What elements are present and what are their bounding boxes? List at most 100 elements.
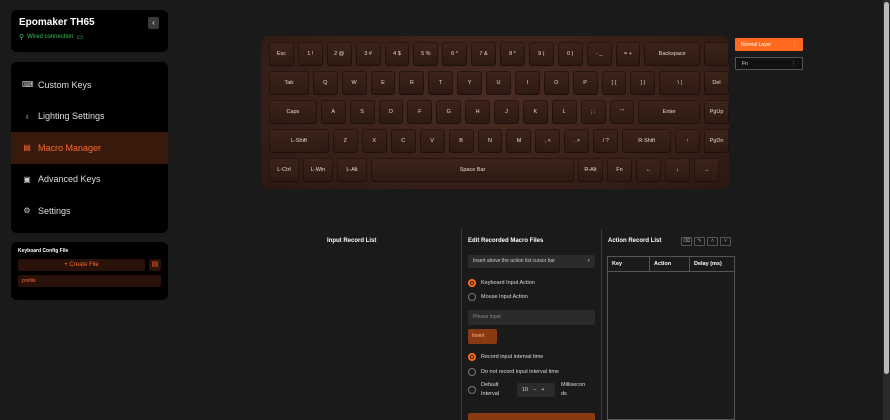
key[interactable]: O bbox=[543, 71, 569, 95]
create-file-button[interactable]: + Create File bbox=[18, 259, 145, 271]
collapse-sidebar-button[interactable]: ‹ bbox=[148, 17, 159, 29]
mouse-action-radio[interactable]: Mouse Input Action bbox=[468, 293, 528, 301]
radio-label: Do not record input interval time bbox=[481, 369, 559, 375]
key[interactable]: A bbox=[320, 100, 346, 124]
sidebar-item-settings[interactable]: ⚙ Settings bbox=[11, 195, 168, 227]
sidebar-item-lighting-settings[interactable]: ♁ Lighting Settings bbox=[11, 101, 168, 133]
key[interactable]: D bbox=[378, 100, 404, 124]
minus-icon[interactable]: − bbox=[533, 387, 536, 393]
key[interactable]: 1 ! bbox=[297, 42, 323, 66]
key[interactable]: N bbox=[477, 129, 503, 153]
key[interactable]: Fn bbox=[607, 158, 632, 182]
key[interactable]: Caps bbox=[269, 100, 317, 124]
key[interactable]: = + bbox=[615, 42, 641, 66]
key[interactable]: X bbox=[361, 129, 387, 153]
key[interactable]: G bbox=[436, 100, 462, 124]
key[interactable]: 3 # bbox=[355, 42, 381, 66]
key[interactable]: R-Alt bbox=[578, 158, 603, 182]
move-up-icon[interactable]: ˄ bbox=[707, 237, 718, 246]
more-icon[interactable]: ⋮ bbox=[791, 61, 796, 67]
edit-icon[interactable]: ✎ bbox=[694, 237, 705, 246]
key[interactable]: Z bbox=[332, 129, 358, 153]
key[interactable]: L bbox=[551, 100, 577, 124]
insert-position-select[interactable]: Insert above the action list cursor bar … bbox=[468, 255, 595, 268]
key[interactable]: PgUp bbox=[704, 100, 729, 124]
key[interactable]: F bbox=[407, 100, 433, 124]
key[interactable]: [ { bbox=[601, 71, 627, 95]
keyboard-action-radio[interactable]: Keyboard Input Action bbox=[468, 279, 535, 287]
key[interactable]: W bbox=[341, 71, 367, 95]
key[interactable]: R-Shift bbox=[622, 129, 672, 153]
key[interactable]: S bbox=[349, 100, 375, 124]
default-interval-radio[interactable]: Default Interval bbox=[468, 381, 499, 399]
key[interactable]: 4 $ bbox=[384, 42, 410, 66]
key[interactable]: K bbox=[522, 100, 548, 124]
scrollbar-thumb[interactable] bbox=[884, 2, 889, 374]
interval-stepper[interactable]: 10 − + bbox=[517, 383, 555, 397]
layer-fn-button[interactable]: Fn ⋮ bbox=[735, 57, 803, 70]
key[interactable]: Q bbox=[312, 71, 338, 95]
key[interactable]: V bbox=[419, 129, 445, 153]
key[interactable]: H bbox=[465, 100, 491, 124]
key[interactable]: ' " bbox=[609, 100, 635, 124]
key[interactable]: ← bbox=[636, 158, 661, 182]
connection-label: Wired connection bbox=[27, 34, 74, 40]
key[interactable]: PgDn bbox=[704, 129, 729, 153]
plus-icon[interactable]: + bbox=[541, 387, 544, 393]
key[interactable]: L-Win bbox=[303, 158, 333, 182]
key[interactable]: 8 * bbox=[500, 42, 525, 66]
page-scrollbar[interactable] bbox=[883, 0, 890, 420]
key[interactable]: 0 ) bbox=[557, 42, 583, 66]
key[interactable]: \ | bbox=[659, 71, 701, 95]
key[interactable]: U bbox=[486, 71, 511, 95]
key[interactable]: Y bbox=[457, 71, 483, 95]
key[interactable]: / ? bbox=[593, 129, 619, 153]
sidebar-item-custom-keys[interactable]: ⌨ Custom Keys bbox=[11, 69, 168, 101]
key[interactable]: 2 @ bbox=[326, 42, 352, 66]
key[interactable]: ; : bbox=[580, 100, 606, 124]
key[interactable]: L-Alt bbox=[337, 158, 367, 182]
key[interactable]: - _ bbox=[586, 42, 612, 66]
key[interactable]: Space Bar bbox=[371, 158, 574, 182]
layer-normal-button[interactable]: Normal Layer ⋮ bbox=[735, 38, 803, 51]
key[interactable]: 5 % bbox=[413, 42, 439, 66]
start-recording-button[interactable] bbox=[468, 413, 595, 420]
record-interval-radio[interactable]: Record input interval time bbox=[468, 353, 543, 361]
key[interactable]: Esc bbox=[269, 42, 294, 66]
no-interval-radio[interactable]: Do not record input interval time bbox=[468, 368, 559, 376]
key[interactable]: ↑ bbox=[675, 129, 701, 153]
insert-button[interactable]: Insert bbox=[468, 329, 497, 344]
key[interactable]: Tab bbox=[269, 71, 309, 95]
key[interactable]: . > bbox=[564, 129, 590, 153]
key[interactable]: T bbox=[428, 71, 454, 95]
key[interactable]: Enter bbox=[638, 100, 701, 124]
key[interactable]: I bbox=[514, 71, 540, 95]
key[interactable]: Del bbox=[704, 71, 729, 95]
key[interactable]: 7 & bbox=[471, 42, 496, 66]
sidebar-item-advanced-keys[interactable]: ▣ Advanced Keys bbox=[11, 164, 168, 196]
key[interactable]: L-Ctrl bbox=[269, 158, 299, 182]
key[interactable]: Backspace bbox=[644, 42, 701, 66]
more-icon[interactable]: ⋮ bbox=[792, 42, 797, 48]
delete-icon[interactable]: ⌫ bbox=[681, 237, 692, 246]
key[interactable]: ↓ bbox=[665, 158, 690, 182]
key[interactable]: → bbox=[694, 158, 719, 182]
key[interactable]: L-Shift bbox=[269, 129, 329, 153]
key[interactable]: R bbox=[399, 71, 425, 95]
key[interactable]: 6 ^ bbox=[442, 42, 468, 66]
key[interactable]: C bbox=[390, 129, 416, 153]
key[interactable] bbox=[704, 42, 729, 66]
key[interactable]: B bbox=[448, 129, 474, 153]
key[interactable]: E bbox=[370, 71, 396, 95]
key[interactable]: 9 ( bbox=[528, 42, 554, 66]
profile-item[interactable]: profile bbox=[18, 275, 161, 287]
import-file-icon[interactable]: ▤ bbox=[149, 259, 161, 271]
key[interactable]: ] } bbox=[630, 71, 656, 95]
key[interactable]: P bbox=[572, 71, 598, 95]
sidebar-item-macro-manager[interactable]: ▤ Macro Manager bbox=[11, 132, 168, 164]
move-down-icon[interactable]: ˅ bbox=[720, 237, 731, 246]
macro-input-field[interactable]: Please Input bbox=[468, 310, 595, 325]
key[interactable]: , < bbox=[535, 129, 561, 153]
key[interactable]: M bbox=[506, 129, 532, 153]
key[interactable]: J bbox=[494, 100, 519, 124]
